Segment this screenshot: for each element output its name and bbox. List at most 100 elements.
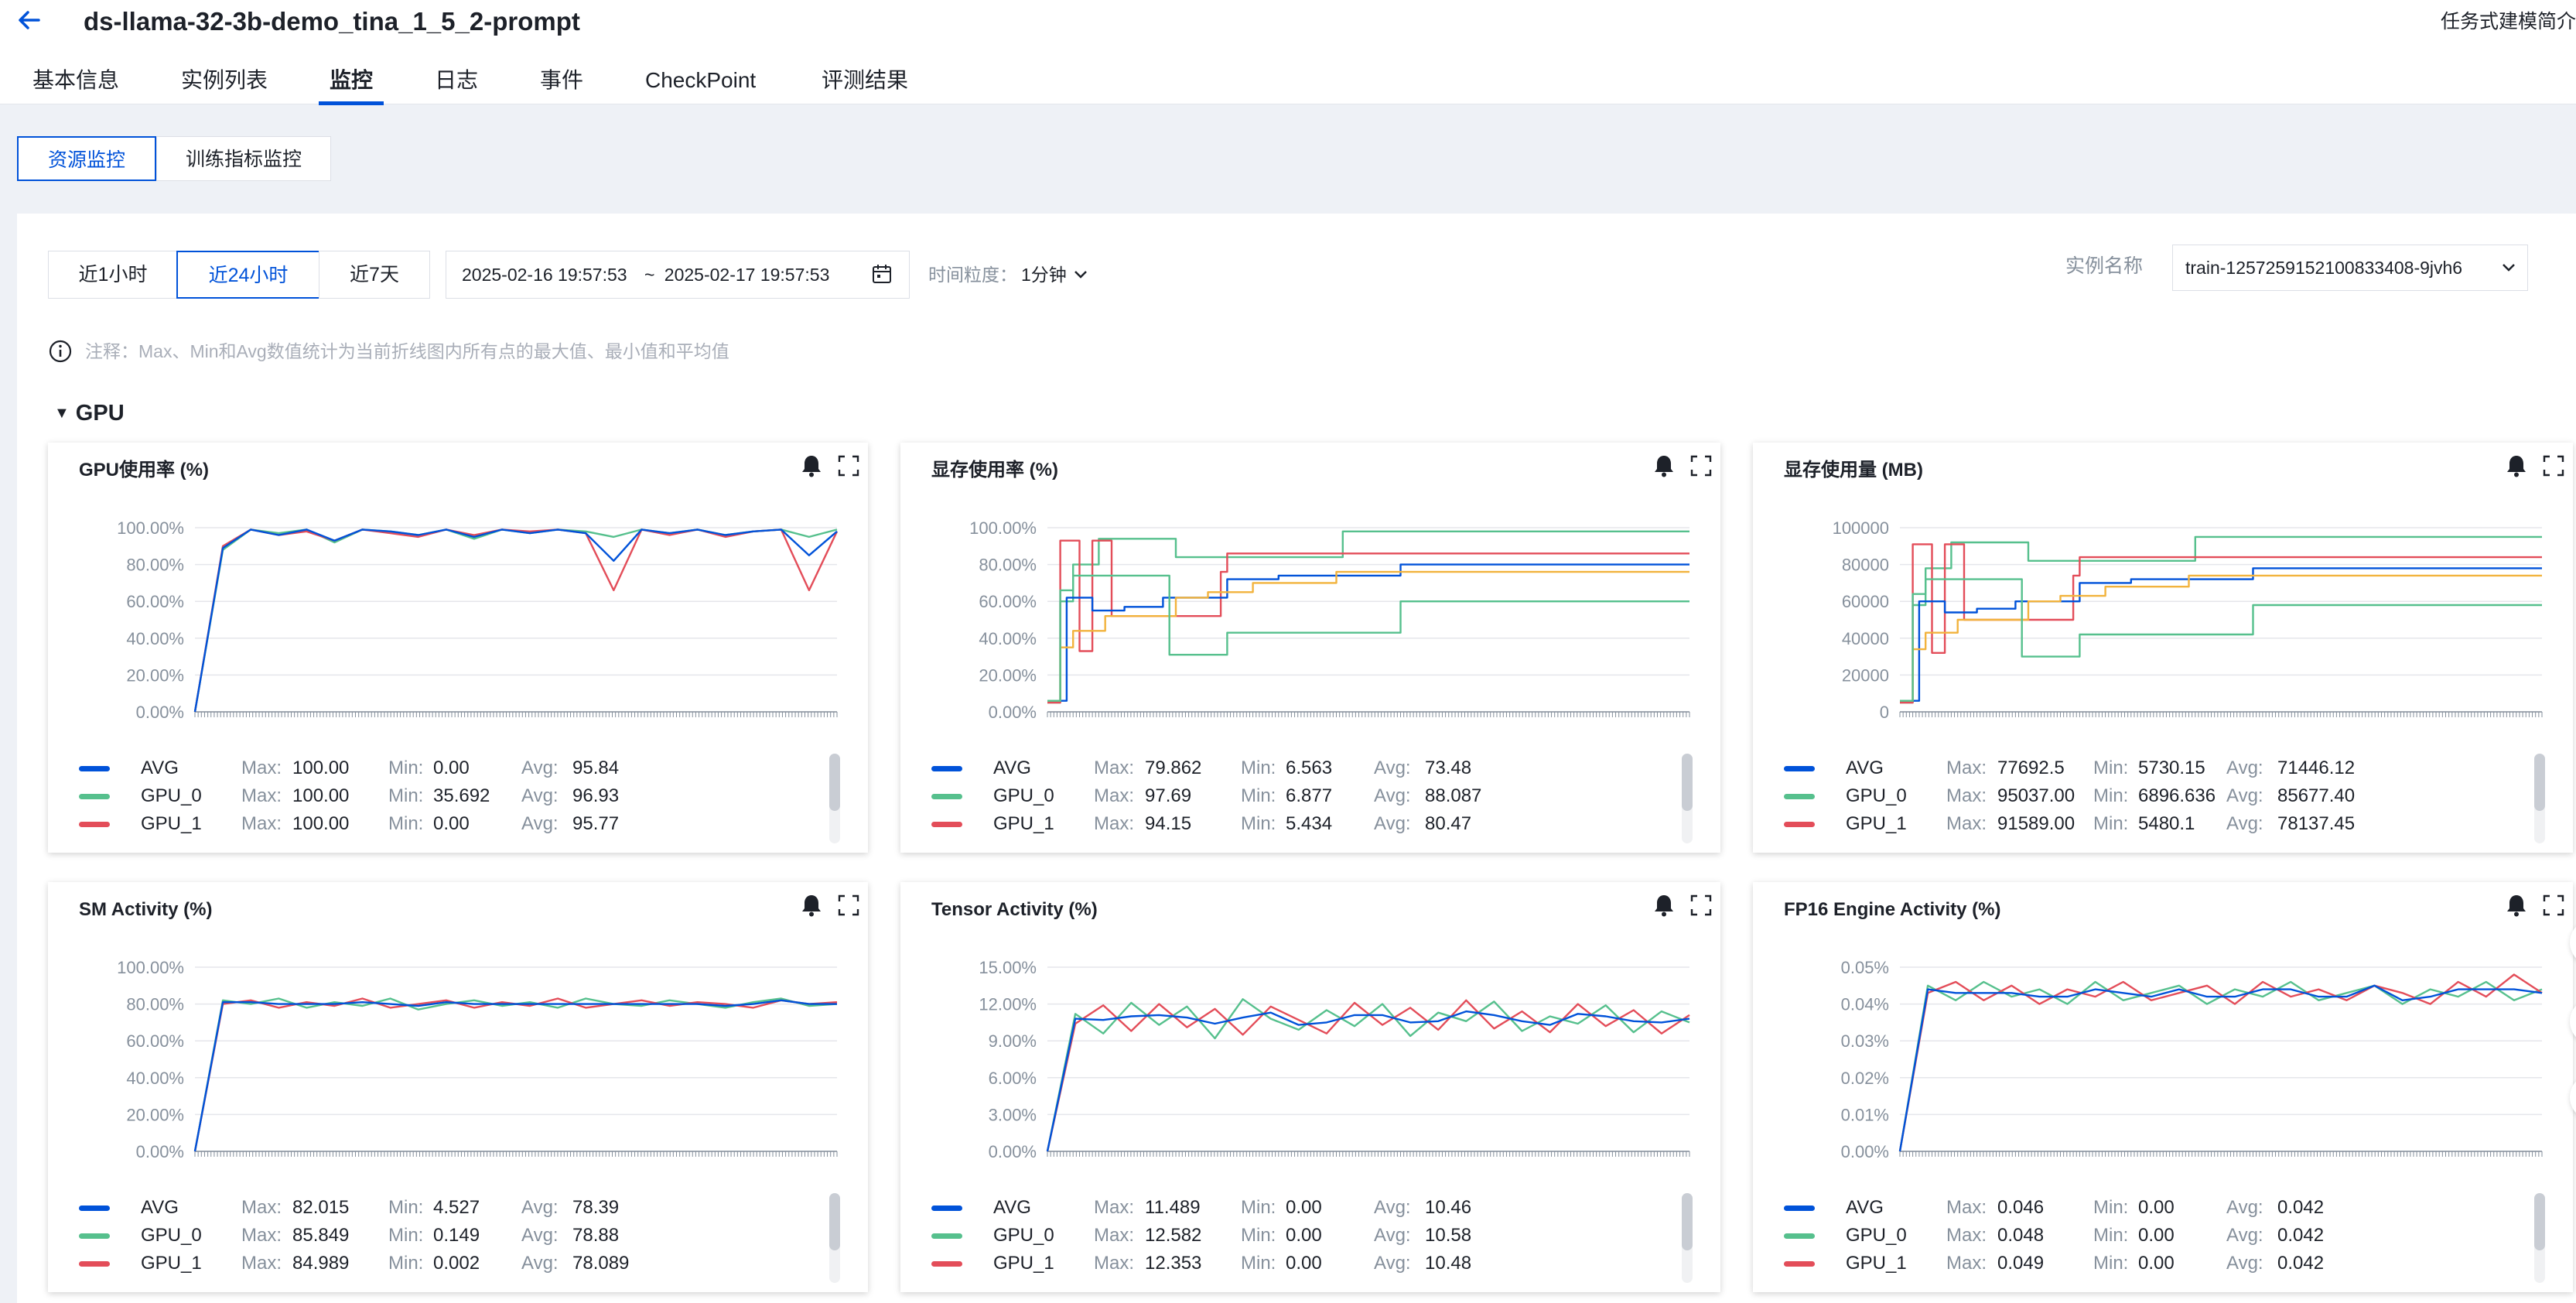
legend-item-gpu-1[interactable]: GPU_1 Max: 12.353 Min: 0.00 Avg: 10.48 (931, 1250, 1674, 1277)
legend-max-label: Max: (1946, 1253, 1987, 1274)
range-1h-button[interactable]: 近1小时 (48, 251, 178, 299)
legend-series-name: GPU_1 (141, 813, 202, 834)
subtab-training-metrics[interactable]: 训练指标监控 (156, 136, 331, 181)
legend-item-gpu-0[interactable]: GPU_0 Max: 0.048 Min: 0.00 Avg: 0.042 (1784, 1223, 2526, 1249)
legend-min-value: 0.00 (2138, 1197, 2175, 1218)
legend-avg-label: Avg: (521, 785, 559, 806)
legend-item-avg[interactable]: AVG Max: 100.00 Min: 0.00 Avg: 95.84 (79, 755, 822, 781)
legend-item-avg[interactable]: AVG Max: 77692.5 Min: 5730.15 Avg: 71446… (1784, 755, 2526, 781)
tab-instance-list[interactable]: 实例列表 (181, 65, 268, 96)
legend-min-value: 0.00 (433, 758, 470, 778)
y-tick-label: 80.00% (126, 556, 184, 575)
fullscreen-icon[interactable] (837, 453, 860, 478)
y-tick-label: 0.00% (989, 703, 1037, 722)
y-tick-label: 40.00% (126, 1069, 184, 1088)
fullscreen-icon[interactable] (2542, 893, 2565, 918)
fullscreen-icon[interactable] (1689, 453, 1713, 478)
tab-events[interactable]: 事件 (540, 65, 583, 96)
legend-min-value: 0.00 (1286, 1225, 1322, 1246)
legend-item-gpu-1[interactable]: GPU_1 Max: 91589.00 Min: 5480.1 Avg: 781… (1784, 811, 2526, 837)
subtab-resource-monitor[interactable]: 资源监控 (17, 136, 156, 181)
legend-scroll-thumb[interactable] (1682, 754, 1693, 811)
bell-icon[interactable] (1652, 453, 1676, 478)
legend-scrollbar[interactable] (2534, 1193, 2545, 1283)
y-tick-label: 60000 (1842, 592, 1889, 611)
legend-item-gpu-0[interactable]: GPU_0 Max: 97.69 Min: 6.877 Avg: 88.087 (931, 783, 1674, 809)
tab-monitoring[interactable]: 监控 (319, 65, 384, 105)
range-7d-button[interactable]: 近7天 (319, 251, 430, 299)
chevron-down-icon[interactable] (1072, 263, 1089, 286)
legend-scroll-thumb[interactable] (829, 1193, 840, 1250)
legend-item-gpu-0[interactable]: GPU_0 Max: 12.582 Min: 0.00 Avg: 10.58 (931, 1223, 1674, 1249)
legend-series-name: GPU_0 (1846, 1225, 1907, 1246)
fullscreen-icon[interactable] (837, 893, 860, 918)
legend-item-gpu-0[interactable]: GPU_0 Max: 85.849 Min: 0.149 Avg: 78.88 (79, 1223, 822, 1249)
chart-title: 显存使用量 (MB) (1784, 460, 1923, 481)
tab-checkpoint[interactable]: CheckPoint (645, 65, 756, 96)
fullscreen-icon[interactable] (2542, 453, 2565, 478)
legend-scroll-thumb[interactable] (829, 754, 840, 811)
legend-item-avg[interactable]: AVG Max: 11.489 Min: 0.00 Avg: 10.46 (931, 1195, 1674, 1221)
granularity-select[interactable]: 1分钟 (1021, 263, 1067, 286)
legend-scroll-thumb[interactable] (1682, 1193, 1693, 1250)
legend-avg-value: 0.042 (2277, 1197, 2325, 1218)
legend-scroll-thumb[interactable] (2534, 754, 2545, 811)
back-button[interactable] (15, 5, 42, 41)
legend-avg-value: 73.48 (1425, 758, 1472, 778)
fullscreen-icon[interactable] (1689, 893, 1713, 918)
intro-link[interactable]: 任务式建模简介 (2441, 9, 2576, 34)
page-title: ds-llama-32-3b-demo_tina_1_5_2-prompt (84, 7, 580, 36)
bell-icon[interactable] (2505, 453, 2528, 478)
legend-scrollbar[interactable] (2534, 754, 2545, 843)
legend-item-gpu-1[interactable]: GPU_1 Max: 100.00 Min: 0.00 Avg: 95.77 (79, 811, 822, 837)
legend-item-gpu-0[interactable]: GPU_0 Max: 100.00 Min: 35.692 Avg: 96.93 (79, 783, 822, 809)
bell-icon[interactable] (1652, 893, 1676, 918)
instance-select[interactable]: train-1257259152100833408-9jvh6 (2172, 245, 2528, 291)
legend-max-label: Max: (1094, 813, 1135, 834)
y-tick-label: 6.00% (989, 1069, 1037, 1088)
legend-item-avg[interactable]: AVG Max: 79.862 Min: 6.563 Avg: 73.48 (931, 755, 1674, 781)
tab-monitoring-label: 监控 (330, 68, 374, 92)
legend-item-avg[interactable]: AVG Max: 82.015 Min: 4.527 Avg: 78.39 (79, 1195, 822, 1221)
legend-min-label: Min: (2093, 1197, 2129, 1218)
bell-icon[interactable] (800, 893, 823, 918)
page-header: ds-llama-32-3b-demo_tina_1_5_2-prompt 任务… (0, 0, 2576, 105)
legend-avg-label: Avg: (2226, 1253, 2263, 1274)
gpu-section-toggle[interactable]: ▼ GPU (54, 398, 125, 429)
legend-scrollbar[interactable] (829, 754, 840, 843)
legend-scrollbar[interactable] (1682, 1193, 1693, 1283)
legend-max-value: 0.046 (1997, 1197, 2045, 1218)
legend-min-label: Min: (388, 1225, 424, 1246)
legend-max-label: Max: (241, 1253, 282, 1274)
legend-item-avg[interactable]: AVG Max: 0.046 Min: 0.00 Avg: 0.042 (1784, 1195, 2526, 1221)
legend-min-label: Min: (388, 1253, 424, 1274)
y-tick-label: 100000 (1833, 518, 1889, 538)
date-range-picker[interactable]: 2025-02-16 19:57:53 ~ 2025-02-17 19:57:5… (446, 251, 910, 299)
legend-max-label: Max: (1094, 1225, 1135, 1246)
legend-max-label: Max: (1946, 785, 1987, 806)
series-line-gpu-0 (1898, 980, 2543, 1152)
legend-avg-value: 78.39 (572, 1197, 620, 1218)
legend-scroll-thumb[interactable] (2534, 1193, 2545, 1250)
legend-item-gpu-1[interactable]: GPU_1 Max: 84.989 Min: 0.002 Avg: 78.089 (79, 1250, 822, 1277)
legend-max-label: Max: (241, 758, 282, 778)
date-end: 2025-02-17 19:57:53 (664, 265, 830, 285)
range-24h-button[interactable]: 近24小时 (176, 251, 320, 299)
legend-scrollbar[interactable] (1682, 754, 1693, 843)
tab-logs[interactable]: 日志 (435, 65, 478, 96)
y-tick-label: 40.00% (126, 629, 184, 648)
bell-icon[interactable] (2505, 893, 2528, 918)
bell-icon[interactable] (800, 453, 823, 478)
series-line-gpu-1 (193, 528, 839, 713)
legend-item-gpu-1[interactable]: GPU_1 Max: 94.15 Min: 5.434 Avg: 80.47 (931, 811, 1674, 837)
legend-swatch (1784, 1206, 1815, 1211)
legend-item-gpu-1[interactable]: GPU_1 Max: 0.049 Min: 0.00 Avg: 0.042 (1784, 1250, 2526, 1277)
legend-scrollbar[interactable] (829, 1193, 840, 1283)
legend-item-gpu-0[interactable]: GPU_0 Max: 95037.00 Min: 6896.636 Avg: 8… (1784, 783, 2526, 809)
tab-basic-info[interactable]: 基本信息 (32, 65, 119, 96)
chart-card: Tensor Activity (%) 15.00% 12.00% 9.00% 6.0… (900, 882, 1720, 1292)
legend-max-value: 97.69 (1145, 785, 1192, 806)
legend-min-value: 0.149 (433, 1225, 480, 1246)
tab-evaluation[interactable]: 评测结果 (822, 65, 908, 96)
legend-swatch (79, 794, 110, 799)
